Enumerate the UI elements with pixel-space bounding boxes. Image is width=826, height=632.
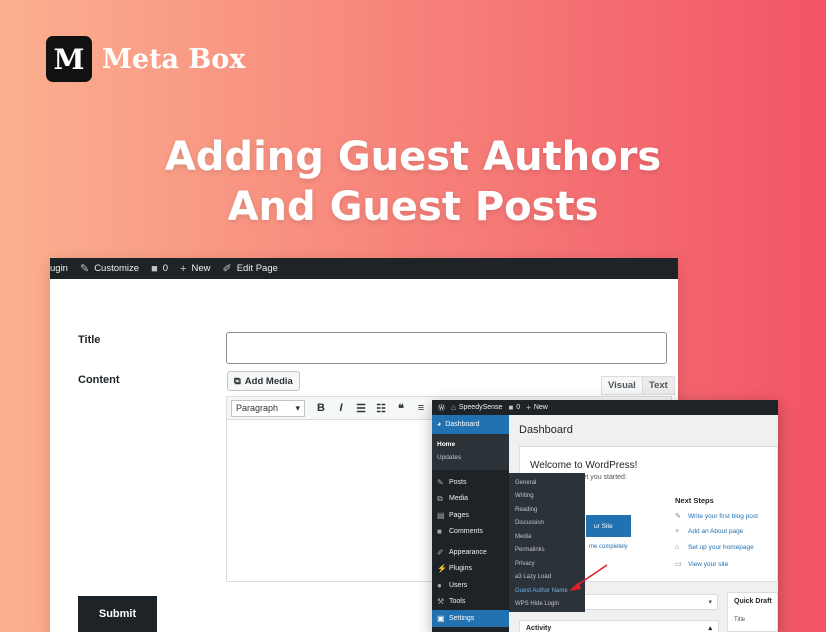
flyout-media[interactable]: Media [509,530,585,544]
sidebar-item-comments[interactable]: ■ Comments [432,524,509,541]
title-input[interactable] [226,332,667,364]
settings-icon: ▣ [437,613,445,623]
page-headline: Adding Guest Authors And Guest Posts [0,132,826,232]
headline-line-1: Adding Guest Authors [164,134,662,180]
screen-options-select[interactable]: ▾ [584,594,718,610]
submenu-home[interactable]: Home [432,438,509,451]
chevron-down-icon: ▾ [708,599,712,606]
italic-icon[interactable]: I [331,402,351,414]
flyout-writing[interactable]: Writing [509,490,585,504]
red-arrow-annotation [569,564,608,591]
wordpress-logo-icon[interactable]: Ⓦ [438,403,445,413]
meta-box-logo: M Meta Box [46,36,245,82]
brush-icon: ✐ [437,547,444,557]
next-steps-title: Next Steps [675,496,714,505]
flyout-general[interactable]: General [509,476,585,490]
sidebar-item-appearance[interactable]: ✐ Appearance [432,544,509,561]
comment-icon: ■ [508,403,514,412]
sidebar-item-tools[interactable]: ⚒ Tools [432,594,509,611]
sidebar-item-users[interactable]: ● Users [432,577,509,594]
numbered-list-icon[interactable]: ☷ [371,402,391,415]
pin-icon: ✎ [437,477,444,487]
home-icon: ⌂ [451,403,456,412]
plus-icon: + [675,528,680,535]
flyout-wps-hide-login[interactable]: WPS Hide Login [509,598,585,612]
brush-icon: ✎ [79,263,90,275]
admin-sidebar: ◕ Dashboard Home Updates ✎ Posts ⧉ Media ▤ P… [432,415,509,632]
plus-icon: + [180,262,187,275]
content-label: Content [78,374,120,386]
monitor-icon: ▭ [675,561,682,568]
adminbar-new[interactable]: + New [180,263,210,275]
flyout-discussion[interactable]: Discussion [509,517,585,531]
wrench-icon: ⚒ [437,597,445,607]
adminbar-customize[interactable]: ✎ Customize [80,262,139,275]
chevron-up-icon: ▴ [708,625,712,632]
adminbar-comments[interactable]: ■ 0 [151,263,168,275]
customize-completely-link[interactable]: me completely [589,544,628,550]
bullet-list-icon[interactable]: ☰ [351,402,371,415]
sidebar-item-plugins[interactable]: ⚡ Plugins [432,561,509,578]
logo-mark: M [46,36,92,82]
sidebar-item-dashboard[interactable]: ◕ Dashboard [432,415,509,434]
next-step-homepage[interactable]: ⌂ Set up your homepage [675,544,754,551]
sidebar-item-pages[interactable]: ▤ Pages [432,507,509,524]
adminbar-plugin-link[interactable]: ugin [50,263,68,274]
pages-icon: ▤ [437,510,445,520]
pencil-icon: ✐ [222,263,232,275]
submit-button[interactable]: Submit [78,596,157,632]
media-icon: ⧉ [234,375,241,387]
flyout-reading[interactable]: Reading [509,503,585,517]
chevron-down-icon: ▾ [295,402,300,413]
submenu-updates[interactable]: Updates [432,451,509,464]
logo-text: Meta Box [102,43,246,75]
adminbar-edit-page[interactable]: ✐ Edit Page [222,262,277,275]
align-left-icon[interactable]: ≡ [411,402,431,414]
dashboard-icon: ◕ [437,421,442,428]
dashboard-submenu: Home Updates [432,434,509,470]
format-select[interactable]: Paragraph ▾ [231,399,305,417]
flyout-permalinks[interactable]: Permalinks [509,544,585,558]
title-label: Title [78,334,101,346]
adminbar-site[interactable]: ⌂ SpeedySense [451,403,502,412]
comment-icon: ■ [437,527,442,537]
activity-panel[interactable]: Activity ▴ [519,620,719,632]
customize-site-button[interactable]: ur Site [586,515,631,537]
bold-icon[interactable]: B [311,402,331,414]
dashboard-admin-bar: Ⓦ ⌂ SpeedySense ■ 0 + New [432,400,778,415]
sidebar-item-settings[interactable]: ▣ Settings [432,610,509,627]
plug-icon: ⚡ [437,564,447,574]
adminbar-comments[interactable]: ■ 0 [508,403,520,412]
welcome-title: Welcome to WordPress! [530,460,638,471]
sidebar-item-posts[interactable]: ✎ Posts [432,474,509,491]
next-step-view-site[interactable]: ▭ View your site [675,560,728,569]
tab-visual[interactable]: Visual [601,376,643,395]
editor-admin-bar: ugin ✎ Customize ■ 0 + New ✐ Edit Page [50,258,678,279]
plus-icon: + [526,403,531,412]
sidebar-item-media[interactable]: ⧉ Media [432,491,509,508]
add-media-button[interactable]: ⧉ Add Media [227,371,300,391]
blockquote-icon[interactable]: ❝ [391,402,411,415]
headline-line-2: And Guest Posts [227,184,599,230]
adminbar-new[interactable]: + New [526,403,548,412]
tab-text[interactable]: Text [642,376,675,395]
quick-draft-panel: Quick Draft Title [727,592,778,632]
dashboard-screenshot: Ⓦ ⌂ SpeedySense ■ 0 + New ◕ Dashboard Home U… [432,400,778,632]
next-step-about-page[interactable]: + Add an About page [675,528,743,535]
quick-draft-title: Quick Draft [734,598,772,605]
quick-draft-title-label: Title [734,617,746,623]
dashboard-title: Dashboard [519,424,573,436]
comment-icon: ■ [151,262,158,275]
home-icon: ⌂ [675,544,680,551]
media-icon: ⧉ [437,493,443,503]
user-icon: ● [437,580,442,590]
edit-icon: ✎ [675,513,681,520]
next-step-write-post[interactable]: ✎ Write your first blog post [675,512,758,521]
